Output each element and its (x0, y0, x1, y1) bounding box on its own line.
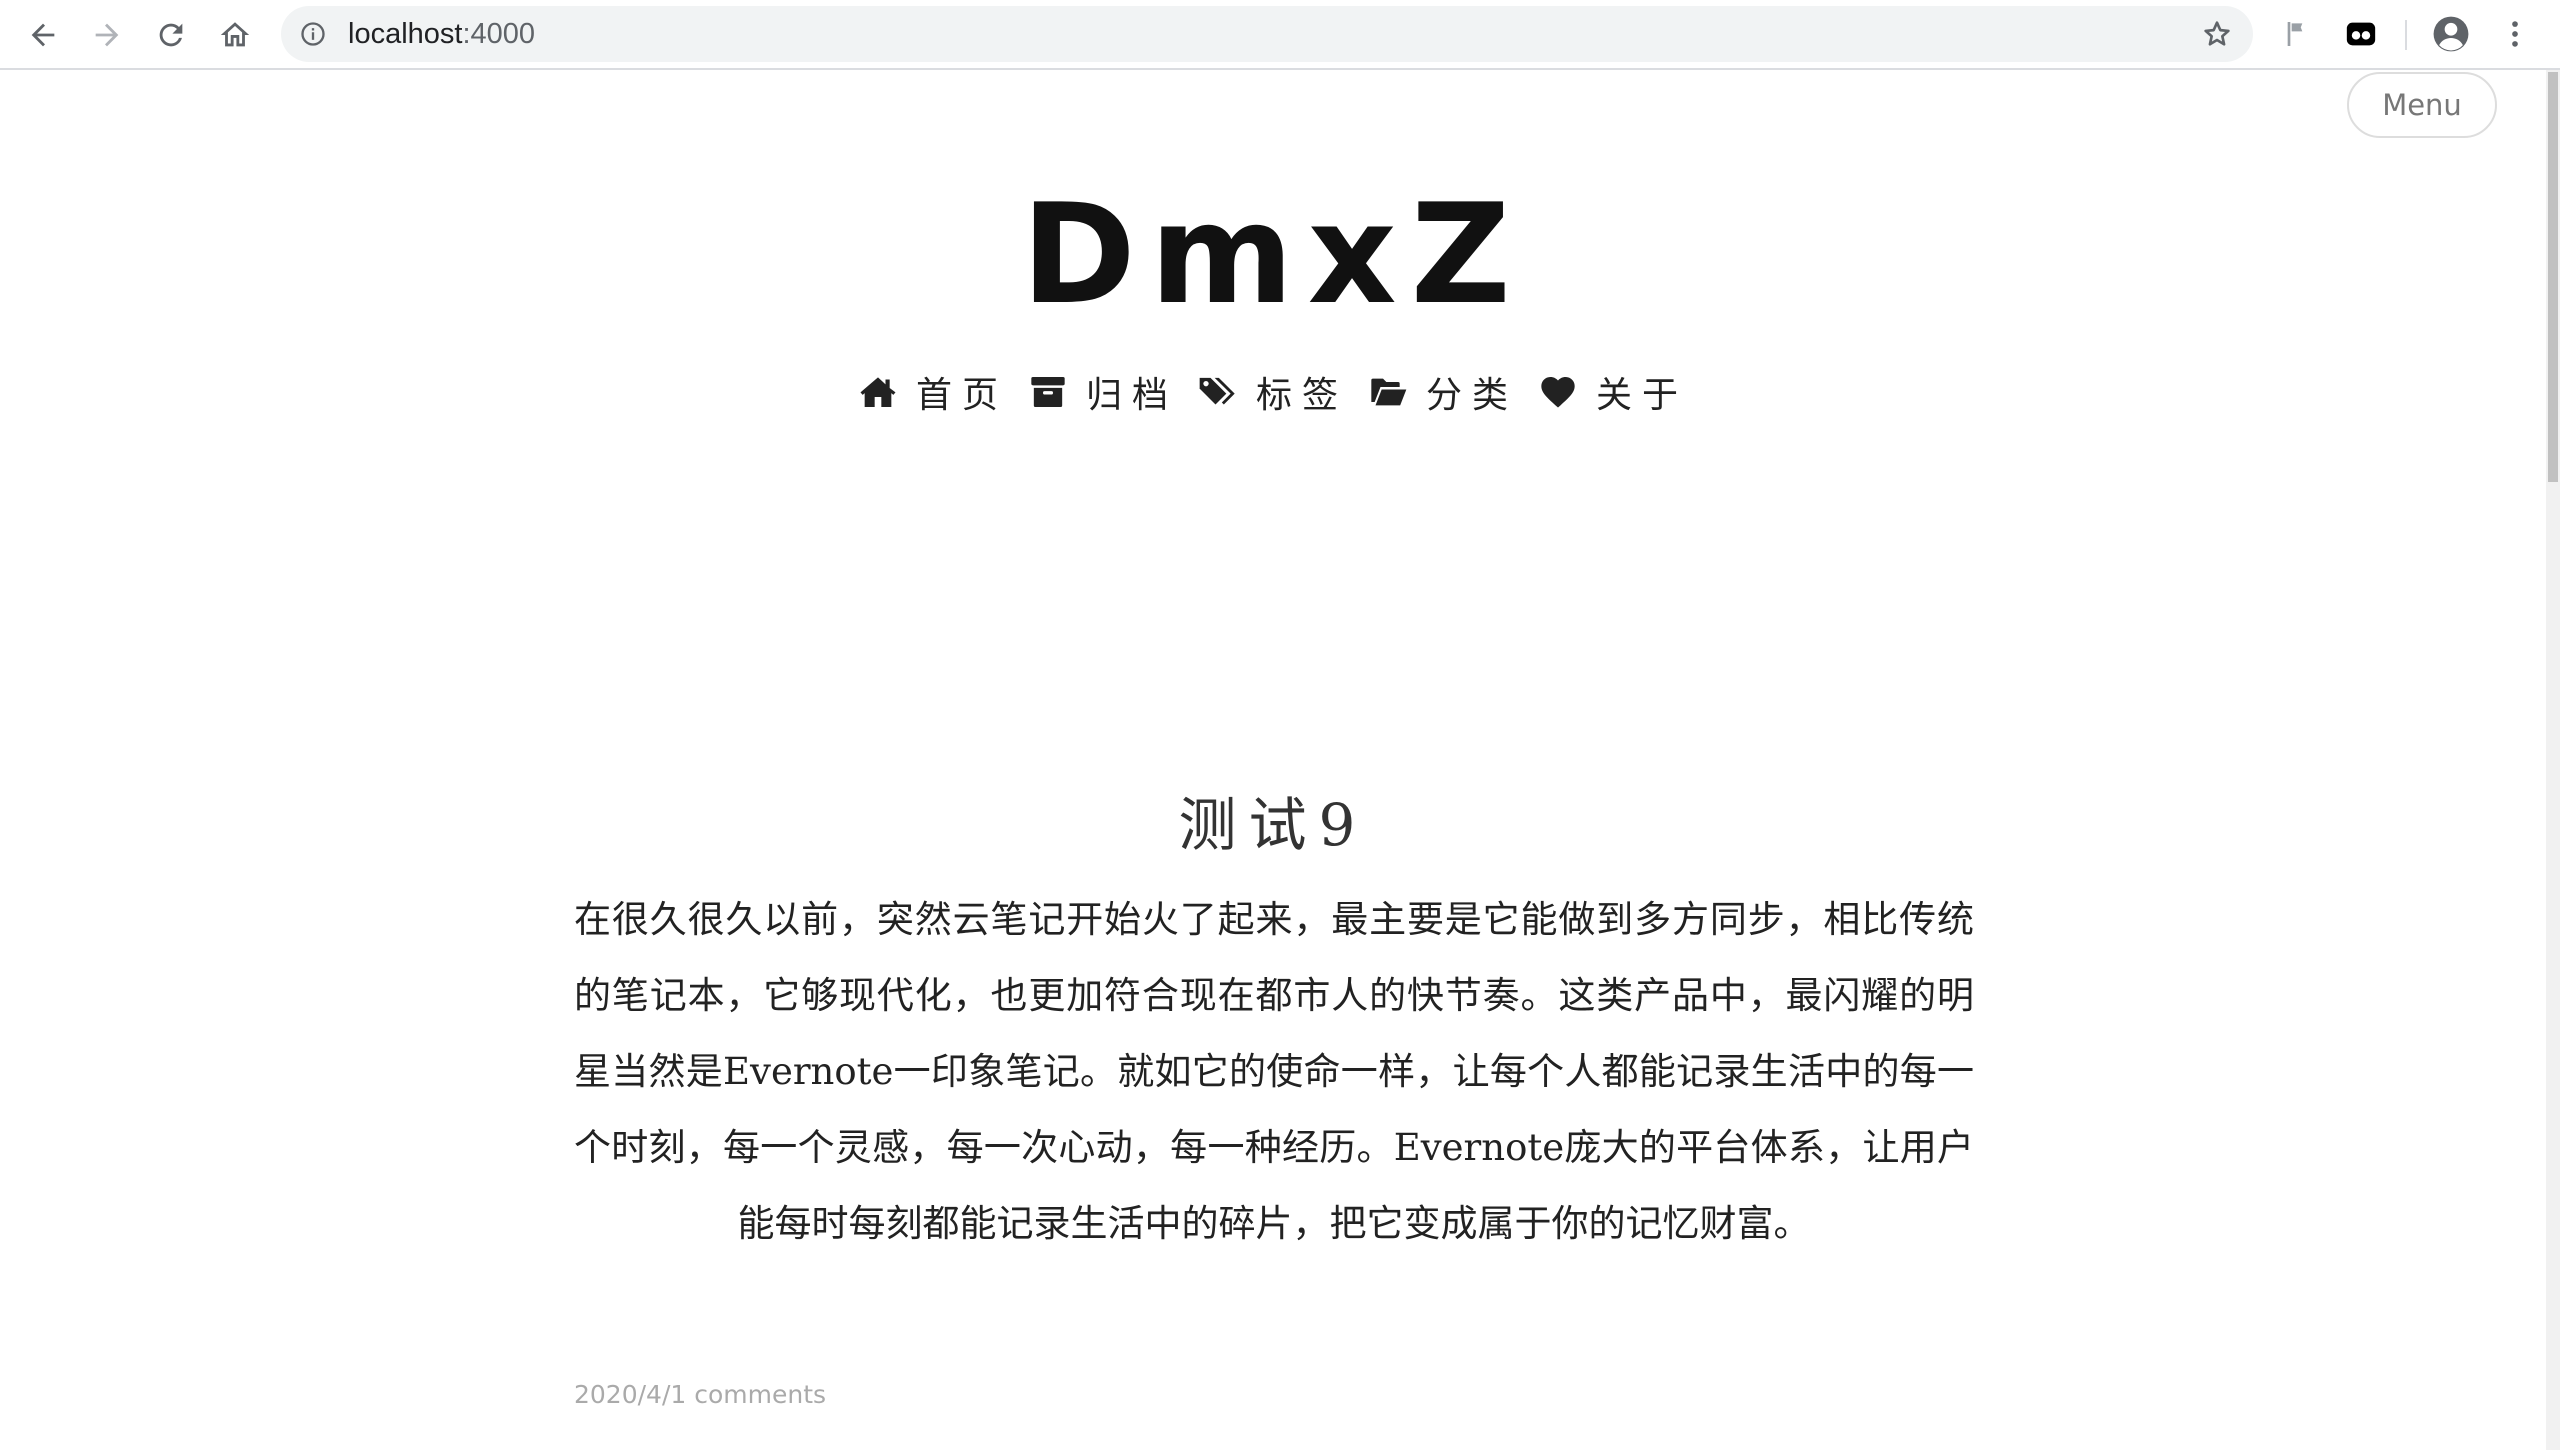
home-icon (220, 22, 250, 47)
nav-item-archive[interactable]: 归档 (1028, 366, 1178, 418)
site-nav: 首页 归档 标签 分类 关于 (0, 362, 2546, 422)
archive-icon (1031, 377, 1065, 407)
nav-item-about[interactable]: 关于 (1538, 366, 1688, 418)
back-arrow-icon (31, 23, 55, 47)
browser-toolbar: localhost:4000 (0, 0, 2560, 70)
profile-icon[interactable] (2431, 14, 2471, 54)
nav-item-label: 标签 (1255, 375, 1348, 416)
nav-item-label: 首页 (915, 375, 1008, 416)
folder-open-icon (1371, 378, 1407, 406)
post-meta: 2020/4/1 comments (574, 1380, 827, 1409)
nav-item-label: 分类 (1426, 375, 1519, 416)
flag-icon[interactable] (2277, 14, 2317, 54)
post-title[interactable]: 测试9 (0, 778, 2546, 862)
forward-button[interactable] (83, 11, 131, 59)
url-port: :4000 (462, 18, 536, 50)
post-excerpt: 在很久很久以前，突然云笔记开始火了起来，最主要是它能做到多方同步，相比传统的笔记… (574, 898, 1974, 1245)
home-icon (860, 377, 896, 407)
url-host: localhost (348, 18, 463, 50)
extension-icon[interactable] (2341, 14, 2381, 54)
info-icon[interactable] (299, 20, 327, 48)
heart-icon (1541, 377, 1575, 408)
nav-item-label: 关于 (1596, 375, 1689, 416)
kebab-menu-icon[interactable] (2495, 14, 2535, 54)
address-bar[interactable]: localhost:4000 (281, 6, 2253, 62)
back-button[interactable] (19, 11, 67, 59)
site-title[interactable]: DmxZ (0, 186, 2546, 324)
tags-icon (1199, 377, 1235, 405)
nav-item-label: 归档 (1085, 375, 1178, 416)
nav-item-tags[interactable]: 标签 (1198, 366, 1348, 418)
reload-button[interactable] (147, 11, 195, 59)
star-icon[interactable] (2201, 18, 2233, 50)
url-text[interactable]: localhost:4000 (348, 6, 535, 62)
scrollbar-thumb[interactable] (2548, 72, 2558, 482)
toolbar-divider (2405, 20, 2407, 50)
home-button[interactable] (211, 11, 259, 59)
nav-item-home[interactable]: 首页 (858, 366, 1008, 418)
nav-item-categories[interactable]: 分类 (1368, 366, 1518, 418)
reload-icon (159, 23, 183, 47)
menu-button[interactable]: Menu (2347, 72, 2497, 138)
forward-arrow-icon (95, 23, 119, 47)
